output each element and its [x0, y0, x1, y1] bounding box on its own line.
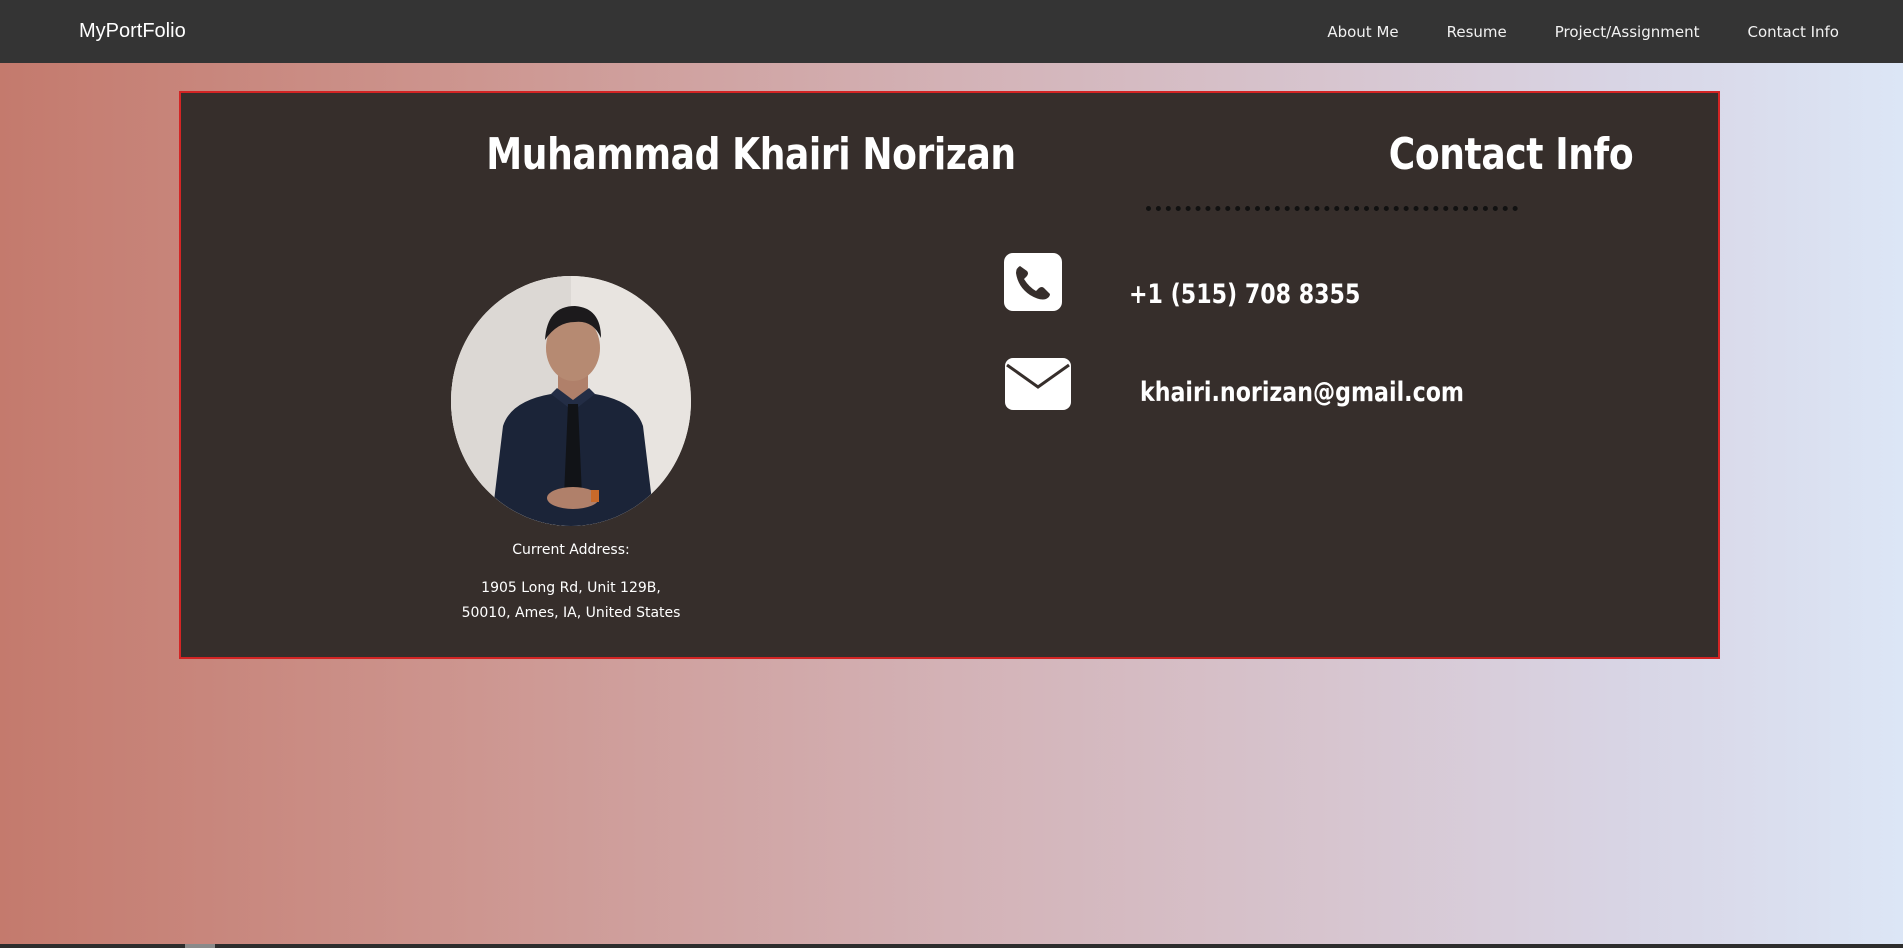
address-line-1: 1905 Long Rd, Unit 129B,: [481, 580, 661, 596]
nav-links: About Me Resume Project/Assignment Conta…: [1279, 0, 1839, 63]
nav-projects-link[interactable]: Project/Assignment: [1555, 23, 1700, 41]
envelope-icon: [1004, 357, 1072, 411]
phone-number-link[interactable]: +1 (515) 708 8355: [1129, 279, 1360, 310]
scrollbar-thumb[interactable]: [185, 944, 215, 948]
phone-icon: [1004, 253, 1062, 311]
address-line-2: 50010, Ames, IA, United States: [461, 605, 681, 621]
dotted-divider: [1146, 206, 1518, 211]
nav-contact-info-link[interactable]: Contact Info: [1747, 23, 1839, 41]
contact-info-heading: Contact Info: [1388, 129, 1634, 180]
nav-resume-link[interactable]: Resume: [1447, 23, 1507, 41]
profile-name-heading: Muhammad Khairi Norizan: [486, 129, 1016, 180]
horizontal-scrollbar[interactable]: [0, 944, 1903, 948]
profile-photo: [451, 276, 691, 526]
address-label: Current Address:: [512, 542, 630, 558]
contact-card: Muhammad Khairi Norizan Contact Info Cur…: [179, 91, 1720, 659]
brand-logo-link[interactable]: MyPortFolio: [79, 0, 186, 63]
top-navbar: MyPortFolio About Me Resume Project/Assi…: [0, 0, 1903, 63]
nav-about-me-link[interactable]: About Me: [1327, 23, 1398, 41]
email-address-link[interactable]: khairi.norizan@gmail.com: [1140, 377, 1464, 408]
